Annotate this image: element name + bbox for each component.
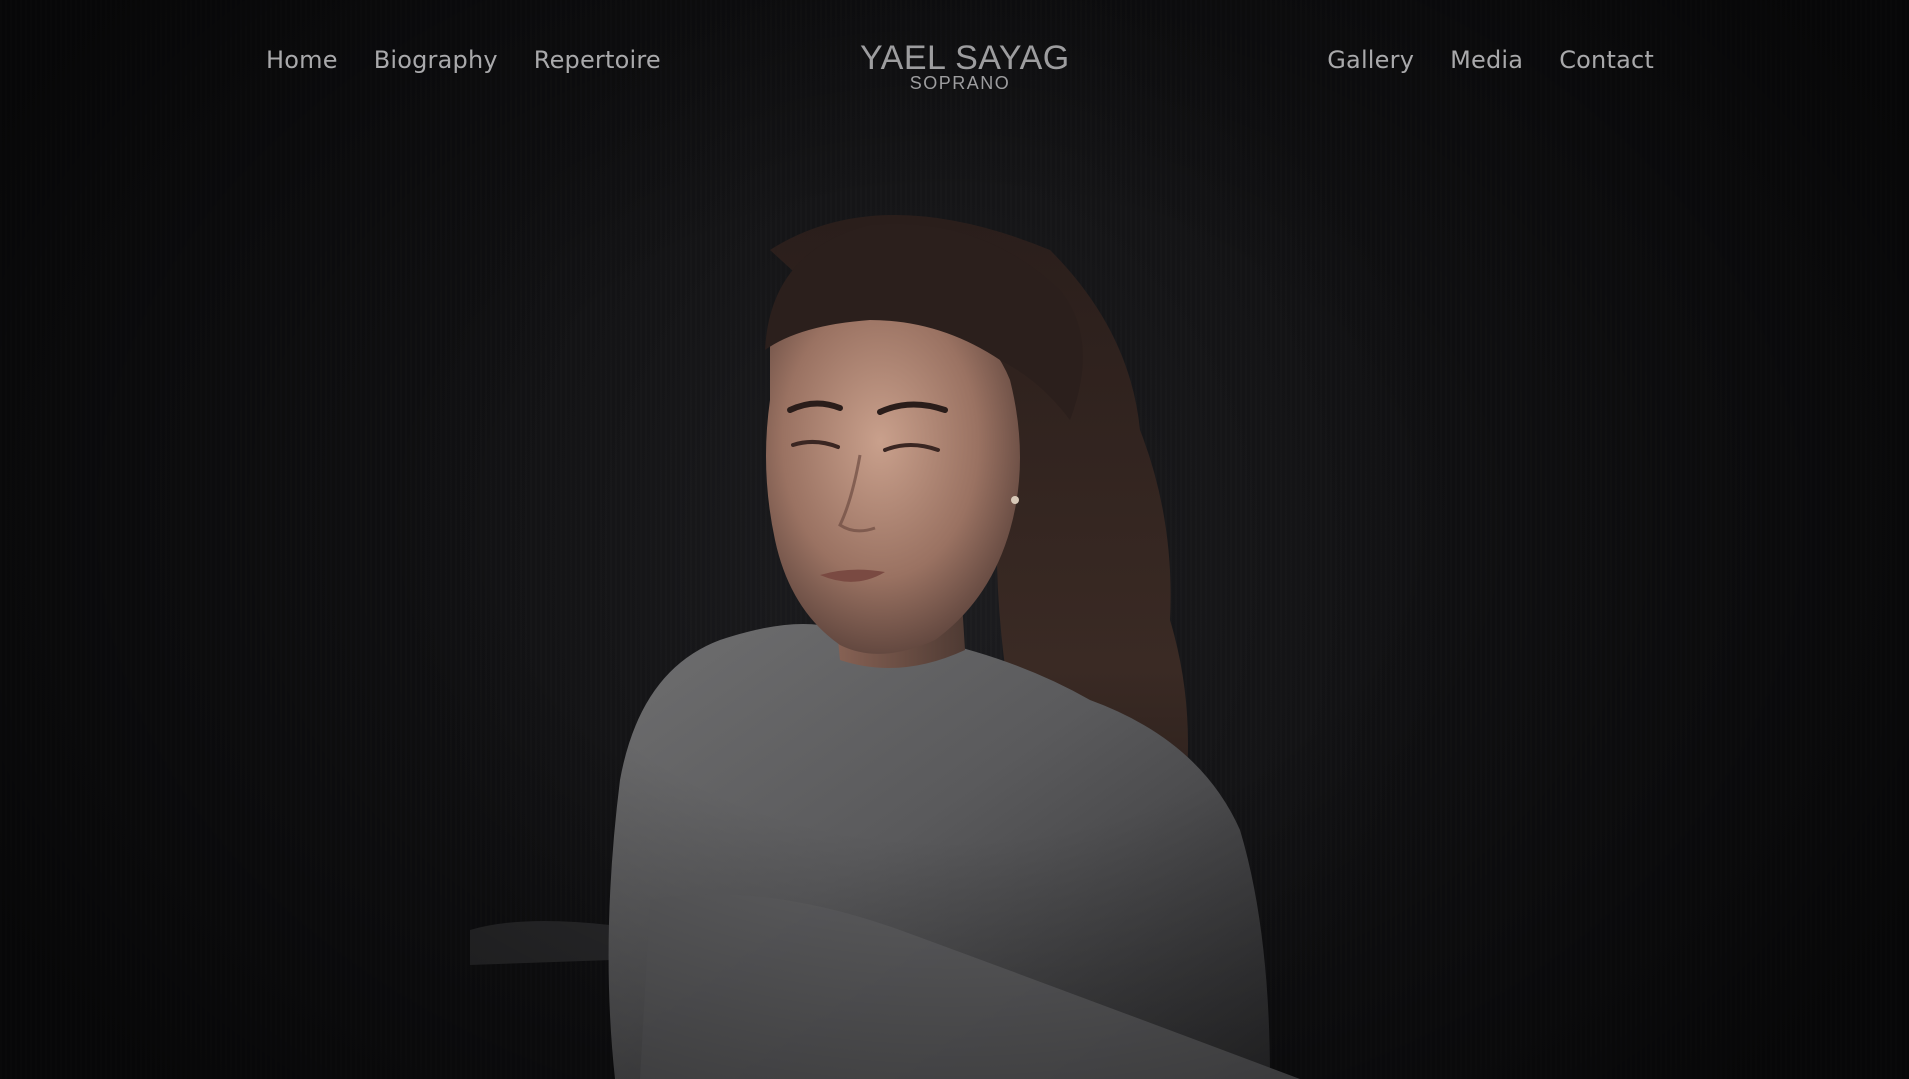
site-logo[interactable]: YAEL SAYAG SOPRANO [860, 39, 1070, 92]
top-navigation: Home Biography Repertoire YAEL SAYAG SOP… [0, 0, 1909, 130]
nav-link-media[interactable]: Media [1450, 46, 1523, 74]
nav-link-home[interactable]: Home [266, 46, 338, 74]
logo-name: YAEL SAYAG [860, 39, 1070, 77]
hero-section: Home Biography Repertoire YAEL SAYAG SOP… [0, 0, 1909, 1079]
nav-link-contact[interactable]: Contact [1559, 46, 1654, 74]
hero-vignette [0, 0, 1909, 1079]
nav-link-biography[interactable]: Biography [374, 46, 498, 74]
nav-right-group: Gallery Media Contact [1327, 46, 1654, 74]
nav-left-group: Home Biography Repertoire [266, 46, 661, 74]
nav-link-repertoire[interactable]: Repertoire [534, 46, 661, 74]
nav-link-gallery[interactable]: Gallery [1327, 46, 1414, 74]
